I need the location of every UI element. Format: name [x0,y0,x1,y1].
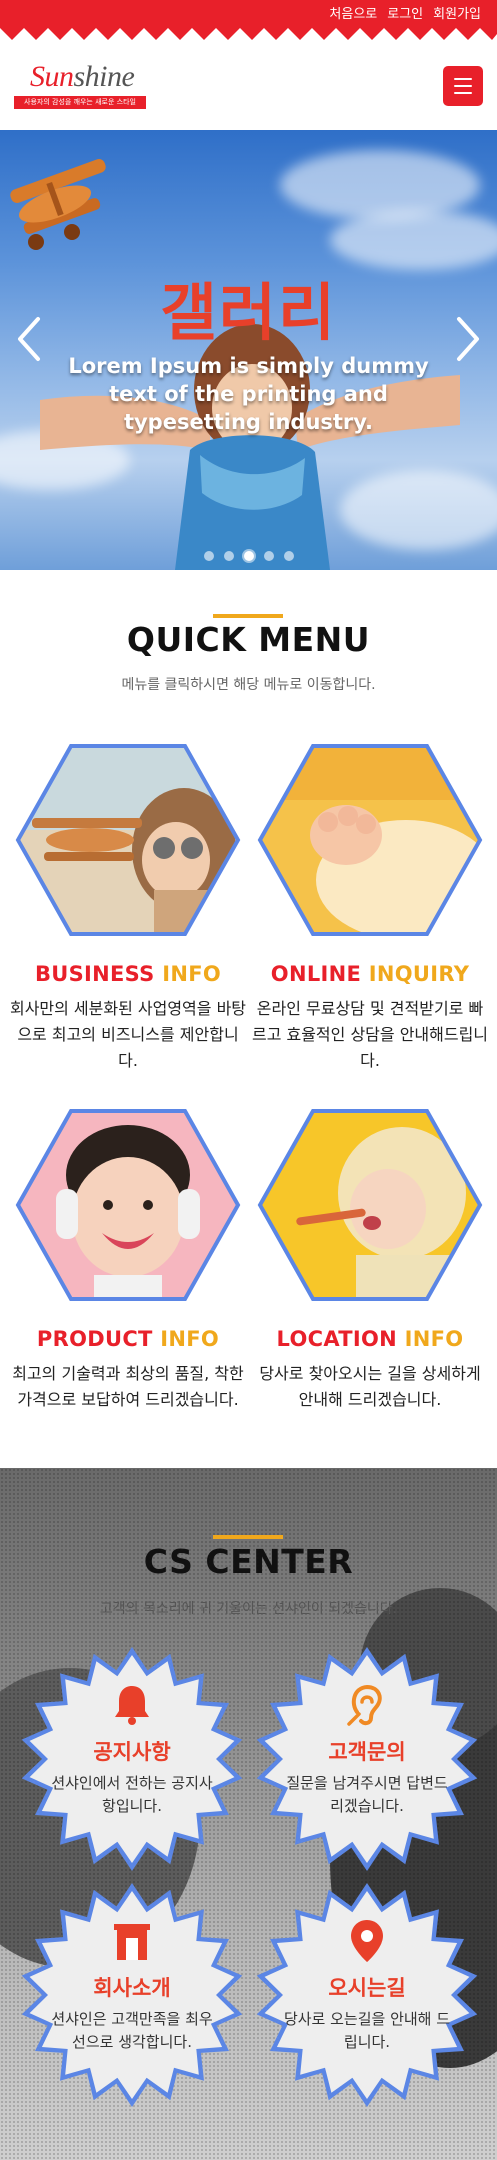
hex-image-baby-headphones [15,1109,241,1301]
slider-dot[interactable] [223,551,234,561]
cs-badge-title: 오시는길 [328,1976,406,2000]
cs-badge-2[interactable]: 고객문의질문을 남겨주시면 답변드리겠습니다. [252,1644,482,1874]
cs-badge-description: 질문을 남겨주시면 답변드리겠습니다. [286,1774,448,1815]
hex-image-plane-boy [15,744,241,936]
hamburger-menu-button[interactable] [443,66,483,106]
slider-next-arrow[interactable] [453,316,483,362]
cs-badge-4[interactable]: 오시는길당사로 오는길을 안내해 드립니다. [252,1880,482,2110]
card-description: 당사로 찾아오시는 길을 상세하게 안내해 드리겠습니다. [259,1364,481,1409]
card-description: 회사만의 세분화된 사업영역을 바탕으로 최고의 비즈니스를 제안합니다. [9,999,247,1070]
hamburger-icon [454,78,472,80]
logo-word-rest: shine [73,60,135,93]
cs-badge-description: 당사로 오는길을 안내해 드립니다. [283,2010,451,2051]
building-icon [114,1924,150,1960]
bell-icon [115,1686,149,1725]
card-description: 온라인 무료상담 및 견적받기로 빠르고 효율적인 상담을 안내해드립니다. [251,999,489,1070]
hamburger-icon [454,85,472,87]
slider-prev-arrow[interactable] [14,316,44,362]
cs-center-title: CS CENTER [143,1542,354,1581]
hero-title: 갤러리 [159,276,338,349]
card-title: PRODUCT INFO [36,1327,220,1351]
cs-badge-title: 공지사항 [93,1740,171,1764]
map-pin-icon [351,1920,383,1962]
section-accent-bar [213,614,283,618]
slider-dots [0,551,497,561]
cs-badge-description: 션샤인에서 전하는 공지사항입니다. [51,1774,213,1815]
site-header: Sunshine 사용자의 감성을 깨우는 새로운 스타일 [0,40,497,130]
card-title: ONLINE INQUIRY [270,962,470,986]
logo[interactable]: Sunshine 사용자의 감성을 깨우는 새로운 스타일 [14,60,146,110]
hamburger-icon [454,92,472,94]
quick-menu-description: 메뉴를 클릭하시면 해당 메뉴로 이동합니다. [121,677,376,693]
cs-center-description: 고객의 목소리에 귀 기울이는 션샤인이 되겠습니다. [99,1601,398,1617]
quick-menu-title: QUICK MENU [126,620,371,659]
cs-badge-3[interactable]: 회사소개션샤인은 고객만족을 최우선으로 생각합니다. [17,1880,247,2110]
cs-badge-title: 회사소개 [93,1976,171,2000]
section-accent-bar [213,1535,283,1539]
hex-image-baby-hand [257,744,483,936]
hero-slider: 갤러리 Lorem Ipsum is simply dummy text of … [0,130,497,570]
card-title: BUSINESS INFO [34,962,222,986]
home-link[interactable]: 처음으로 [329,3,377,22]
hex-image-baby-spoon [257,1109,483,1301]
slider-dot[interactable] [203,551,214,561]
slider-dot[interactable] [243,551,254,561]
toy-plane-image [10,159,106,250]
card-description: 최고의 기술력과 최상의 품질, 착한 가격으로 보답하여 드리겠습니다. [12,1364,244,1409]
cs-badge-title: 고객문의 [328,1740,406,1764]
hearing-icon [347,1684,382,1726]
slider-dot[interactable] [263,551,274,561]
cs-badge-description: 션샤인은 고객만족을 최우선으로 생각합니다. [51,2010,213,2051]
login-link[interactable]: 로그인 [387,3,423,22]
signup-link[interactable]: 회원가입 [433,3,481,22]
top-bar: 처음으로 로그인 회원가입 [0,0,497,40]
slider-dot[interactable] [283,551,294,561]
quick-menu-section: QUICK MENU 메뉴를 클릭하시면 해당 메뉴로 이동합니다. BUSIN… [0,570,497,1468]
card-title: LOCATION INFO [276,1327,464,1351]
hero-subtitle: Lorem Ipsum is simply dummy text of the … [68,354,429,434]
cs-center-section: CS CENTER 고객의 목소리에 귀 기울이는 션샤인이 되겠습니다. 공지… [0,1468,497,2160]
logo-tagline: 사용자의 감성을 깨우는 새로운 스타일 [14,96,146,109]
logo-word-first: Sun [30,60,74,93]
cs-badge-1[interactable]: 공지사항션샤인에서 전하는 공지사항입니다. [17,1644,247,1874]
zigzag-edge [0,28,497,40]
